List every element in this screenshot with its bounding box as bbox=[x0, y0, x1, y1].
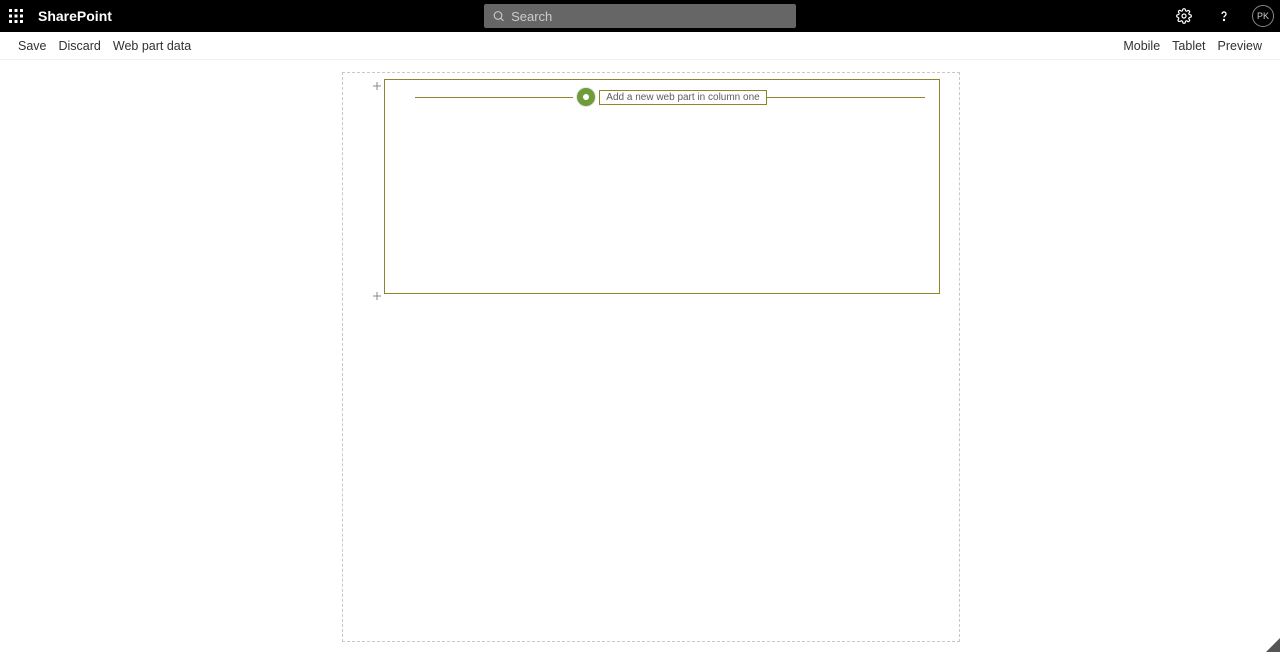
resize-grip-icon[interactable] bbox=[1266, 638, 1280, 652]
avatar[interactable]: PK bbox=[1252, 5, 1274, 27]
suite-right: PK bbox=[1172, 0, 1274, 32]
mobile-view-button[interactable]: Mobile bbox=[1123, 39, 1160, 53]
save-button[interactable]: Save bbox=[18, 39, 47, 53]
add-web-part-label: Add a new web part in column one bbox=[599, 90, 766, 105]
canvas-zone: Add a new web part in column one bbox=[342, 72, 960, 642]
add-section-button-bottom[interactable] bbox=[370, 289, 384, 303]
discard-button[interactable]: Discard bbox=[59, 39, 101, 53]
suite-bar: SharePoint PK bbox=[0, 0, 1280, 32]
settings-icon[interactable] bbox=[1172, 4, 1196, 28]
search-icon bbox=[492, 9, 505, 23]
tablet-view-button[interactable]: Tablet bbox=[1172, 39, 1205, 53]
add-web-part-row: Add a new web part in column one bbox=[415, 90, 925, 104]
preview-button[interactable]: Preview bbox=[1218, 39, 1262, 53]
canvas: Add a new web part in column one bbox=[0, 60, 1280, 652]
divider-right bbox=[767, 97, 925, 98]
app-launcher-icon[interactable] bbox=[0, 0, 32, 32]
help-icon[interactable] bbox=[1212, 4, 1236, 28]
add-section-button-top[interactable] bbox=[370, 79, 384, 93]
section-column-one[interactable]: Add a new web part in column one bbox=[384, 79, 940, 294]
search-box[interactable] bbox=[484, 4, 796, 28]
brand-label[interactable]: SharePoint bbox=[38, 8, 112, 24]
web-part-data-button[interactable]: Web part data bbox=[113, 39, 191, 53]
divider-left bbox=[415, 97, 573, 98]
command-bar: Save Discard Web part data Mobile Tablet… bbox=[0, 32, 1280, 60]
search-input[interactable] bbox=[511, 9, 788, 24]
add-web-part-button[interactable] bbox=[577, 88, 595, 106]
